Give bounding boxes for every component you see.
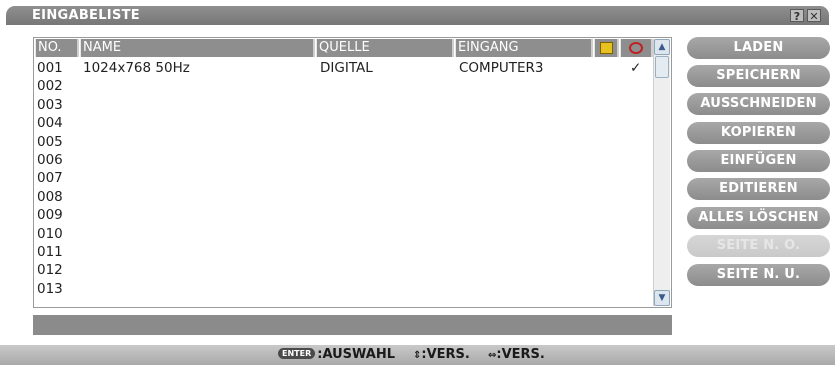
scroll-up-button[interactable]: ▲ <box>654 39 670 55</box>
column-header-mark[interactable] <box>620 39 653 57</box>
action-button-speichern[interactable]: SPEICHERN <box>687 65 830 87</box>
column-header-lock[interactable] <box>594 39 619 57</box>
updown-hint: ⇕:VERS. <box>413 347 470 362</box>
action-button-alles-löschen[interactable]: ALLES LÖSCHEN <box>687 207 830 229</box>
row-number: 006 <box>37 152 63 168</box>
row-number: 010 <box>37 225 63 242</box>
entry-list[interactable]: NO. NAME QUELLE EINGANG 001 1024x768 50Hz… <box>33 37 672 308</box>
row-name: 1024x768 50Hz <box>83 60 190 76</box>
row-number: 012 <box>37 262 63 279</box>
leftright-hint: ⇔:VERS. <box>488 347 545 362</box>
row-number: 004 <box>37 115 63 132</box>
column-header-name[interactable]: NAME <box>80 39 315 57</box>
row-number: 003 <box>37 96 63 113</box>
table-row[interactable]: 010 <box>35 225 653 243</box>
column-header-input[interactable]: EINGANG <box>455 39 593 57</box>
table-row[interactable]: 001 1024x768 50Hz DIGITAL COMPUTER3 ✓ <box>35 59 653 77</box>
table-row[interactable]: 003 <box>35 96 653 114</box>
help-button[interactable]: ? <box>790 9 804 23</box>
column-header-source[interactable]: QUELLE <box>316 39 454 57</box>
close-button[interactable]: ✕ <box>807 9 821 23</box>
table-row[interactable]: 005 <box>35 133 653 151</box>
row-source: DIGITAL <box>320 60 373 76</box>
info-bar <box>33 315 672 335</box>
row-number: 002 <box>37 78 63 95</box>
scroll-thumb[interactable] <box>655 56 669 78</box>
action-button-editieren[interactable]: EDITIEREN <box>687 178 830 200</box>
action-button-einfügen[interactable]: EINFÜGEN <box>687 150 830 172</box>
row-number: 007 <box>37 170 63 187</box>
table-row[interactable]: 004 <box>35 114 653 132</box>
action-button-ausschneiden[interactable]: AUSSCHNEIDEN <box>687 93 830 115</box>
table-row[interactable]: 011 <box>35 243 653 261</box>
window-title: EINGABELISTE <box>32 8 140 23</box>
title-bar: EINGABELISTE ? ✕ <box>6 6 829 25</box>
entry-list-window: EINGABELISTE ? ✕ NO. NAME QUELLE EINGANG… <box>6 6 830 361</box>
row-number: 011 <box>37 244 63 260</box>
table-row[interactable]: 002 <box>35 77 653 95</box>
vertical-scrollbar[interactable]: ▲ ▼ <box>653 39 670 306</box>
row-number: 013 <box>37 280 63 297</box>
action-button-seite-n-u[interactable]: SEITE N. U. <box>687 264 830 286</box>
action-button-kopieren[interactable]: KOPIEREN <box>687 122 830 144</box>
table-row[interactable]: 013 <box>35 280 653 298</box>
row-number: 001 <box>37 60 63 76</box>
table-row[interactable]: 008 <box>35 188 653 206</box>
enter-hint: ENTER:AUSWAHL <box>278 347 395 362</box>
row-input: COMPUTER3 <box>459 60 544 76</box>
scroll-down-button[interactable]: ▼ <box>654 290 670 306</box>
column-header-no[interactable]: NO. <box>35 39 79 57</box>
row-mark: ✓ <box>630 60 642 76</box>
row-number: 008 <box>37 188 63 205</box>
footer-hints: ENTER:AUSWAHL ⇕:VERS. ⇔:VERS. <box>0 345 835 365</box>
action-button-seite-n-o[interactable]: SEITE N. O. <box>687 235 830 257</box>
action-button-laden[interactable]: LADEN <box>687 37 830 59</box>
row-number: 005 <box>37 133 63 150</box>
table-row[interactable]: 007 <box>35 169 653 187</box>
row-number: 009 <box>37 207 63 224</box>
enter-key-icon: ENTER <box>278 348 316 359</box>
table-row[interactable]: 012 <box>35 261 653 279</box>
lock-icon <box>599 42 613 54</box>
table-row[interactable]: 006 <box>35 151 653 169</box>
magnifier-icon <box>629 42 643 54</box>
table-row[interactable]: 009 <box>35 206 653 224</box>
